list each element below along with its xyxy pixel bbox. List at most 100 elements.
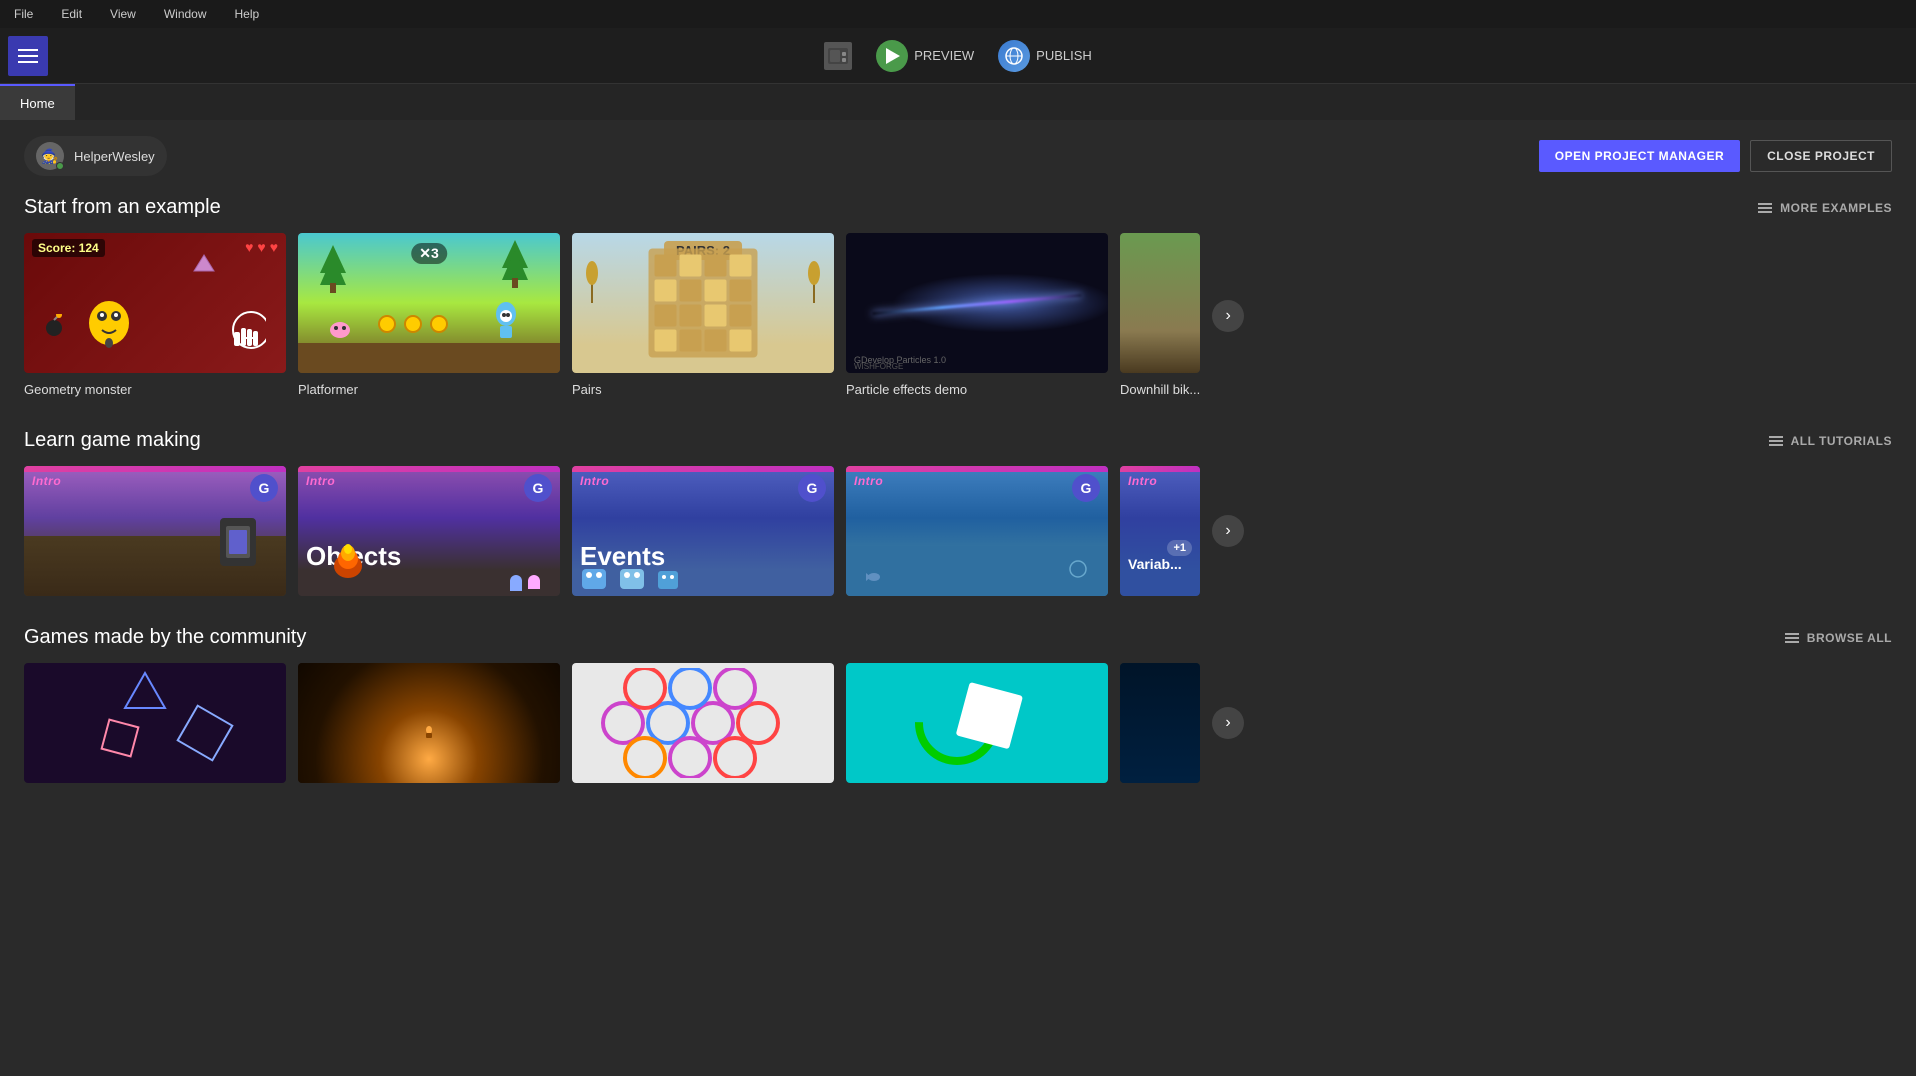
tutorials-next-arrow[interactable]: ›: [1212, 515, 1244, 547]
rotating-content: [846, 663, 1108, 783]
main-content: 🧙 HelperWesley OPEN PROJECT MANAGER CLOS…: [0, 120, 1916, 1076]
layout-intro-badge: Intro: [32, 474, 61, 488]
menu-file[interactable]: File: [8, 5, 39, 23]
menu-help[interactable]: Help: [229, 5, 266, 23]
menu-edit[interactable]: Edit: [55, 5, 88, 23]
community-game-1[interactable]: [24, 663, 286, 783]
bubble: [1068, 559, 1088, 584]
platformer-label: Platformer: [298, 382, 358, 397]
jumpstart-intro-badge: Intro: [854, 474, 883, 488]
examples-title: Start from an example: [24, 196, 221, 219]
hat-icon: [192, 253, 216, 278]
cell: [680, 280, 702, 302]
comm2-thumb: Stellar: 6/1: [298, 663, 560, 783]
cell: [705, 330, 727, 352]
user-bar: 🧙 HelperWesley OPEN PROJECT MANAGER CLOS…: [24, 136, 1892, 176]
menu-bar: File Edit View Window Help: [0, 0, 1916, 28]
community-game-4[interactable]: [846, 663, 1108, 783]
objects-intro-badge: Intro: [306, 474, 335, 488]
pairs-label: Pairs: [572, 382, 602, 397]
toolbar-left: [8, 36, 48, 76]
tutorial-layout[interactable]: Intro Layout G: [24, 466, 286, 596]
publish-button[interactable]: PUBLISH: [998, 40, 1092, 72]
open-project-manager-button[interactable]: OPEN PROJECT MANAGER: [1539, 140, 1740, 172]
ground: [298, 343, 560, 373]
preview-label: PREVIEW: [914, 48, 974, 63]
example-platformer[interactable]: ✕3: [298, 233, 560, 399]
pink-bar: [572, 466, 834, 472]
platformer-thumb: ✕3: [298, 233, 560, 373]
all-tutorials-link[interactable]: ALL TUTORIALS: [1769, 434, 1892, 448]
gdevelop-logo-btn[interactable]: [824, 42, 852, 70]
cursor-hand: [226, 310, 266, 363]
community-title: Games made by the community: [24, 626, 306, 649]
cell: [655, 305, 677, 327]
hex-circles-container: [572, 663, 834, 783]
menu-view[interactable]: View: [104, 5, 142, 23]
comm5-thumb: [1120, 663, 1200, 783]
layout-bg: Intro Layout G: [24, 466, 286, 596]
cell: [730, 255, 752, 277]
example-geometry-monster[interactable]: Score: 124 ♥ ♥ ♥: [24, 233, 286, 399]
cell: [680, 255, 702, 277]
tutorial-objects[interactable]: Intro Objects G: [298, 466, 560, 596]
comm4-thumb: [846, 663, 1108, 783]
browse-all-label: BROWSE ALL: [1807, 631, 1892, 645]
objects-thumb: Intro Objects G: [298, 466, 560, 596]
comm3-bg: [572, 663, 834, 783]
pink-bar: [1120, 466, 1200, 472]
cell: [705, 305, 727, 327]
toolbar-center: PREVIEW PUBLISH: [824, 40, 1092, 72]
publish-label: PUBLISH: [1036, 48, 1092, 63]
ocean-bg: [1120, 663, 1200, 783]
plant-left: [582, 253, 602, 308]
browse-all-link[interactable]: BROWSE ALL: [1785, 631, 1892, 645]
community-game-3[interactable]: [572, 663, 834, 783]
example-pairs[interactable]: PAIRS: 2: [572, 233, 834, 399]
tab-bar: Home: [0, 84, 1916, 120]
close-project-button[interactable]: CLOSE PROJECT: [1750, 140, 1892, 172]
user-online-dot: [56, 162, 64, 170]
tutorial-events[interactable]: Intro Events G: [572, 466, 834, 596]
example-particles[interactable]: GDevelop Particles 1.0 WISHFORGE Particl…: [846, 233, 1108, 399]
fire-effect: [328, 531, 368, 586]
hamburger-icon: [18, 49, 38, 63]
more-examples-link[interactable]: MORE EXAMPLES: [1758, 201, 1892, 215]
bomb: [44, 314, 64, 343]
preview-button[interactable]: PREVIEW: [876, 40, 974, 72]
layout-gdevelop-logo: G: [250, 474, 278, 502]
tab-home-label: Home: [20, 96, 55, 111]
example-downhill[interactable]: Downhill bik...: [1120, 233, 1200, 399]
chars-row: [510, 575, 540, 591]
cell: [730, 305, 752, 327]
user-info[interactable]: 🧙 HelperWesley: [24, 136, 167, 176]
jumpstart-gdevelop-logo: G: [1072, 474, 1100, 502]
tutorial-variables[interactable]: Intro Variab... +1: [1120, 466, 1200, 596]
geometry-thumb-bg: Score: 124 ♥ ♥ ♥: [24, 233, 286, 373]
cell: [730, 330, 752, 352]
tree2: [500, 238, 530, 293]
community-next-arrow[interactable]: ›: [1212, 707, 1244, 739]
cell: [655, 255, 677, 277]
comm4-bg: [846, 663, 1108, 783]
downhill-label: Downhill bik...: [1120, 382, 1200, 397]
menu-window[interactable]: Window: [158, 5, 213, 23]
community-game-2[interactable]: Stellar: 6/1: [298, 663, 560, 783]
community-row: Stellar: 6/1: [24, 663, 1892, 783]
pink-bar: [24, 466, 286, 472]
hamburger-button[interactable]: [8, 36, 48, 76]
variables-title: Variab...: [1128, 556, 1182, 572]
pink-bar: [846, 466, 1108, 472]
tutorials-title: Learn game making: [24, 429, 201, 452]
pink-blob: [328, 318, 352, 343]
pairs-bg: PAIRS: 2: [572, 233, 834, 373]
cell: [705, 255, 727, 277]
examples-next-arrow[interactable]: ›: [1212, 300, 1244, 332]
community-game-5[interactable]: [1120, 663, 1200, 783]
play-triangle: [886, 48, 900, 64]
tab-home[interactable]: Home: [0, 84, 75, 120]
tutorial-jumpstart[interactable]: Intro Jumpstart G: [846, 466, 1108, 596]
particles-thumb: GDevelop Particles 1.0 WISHFORGE: [846, 233, 1108, 373]
plus-one-badge: +1: [1167, 540, 1192, 556]
events-bg: Intro Events G: [572, 466, 834, 596]
